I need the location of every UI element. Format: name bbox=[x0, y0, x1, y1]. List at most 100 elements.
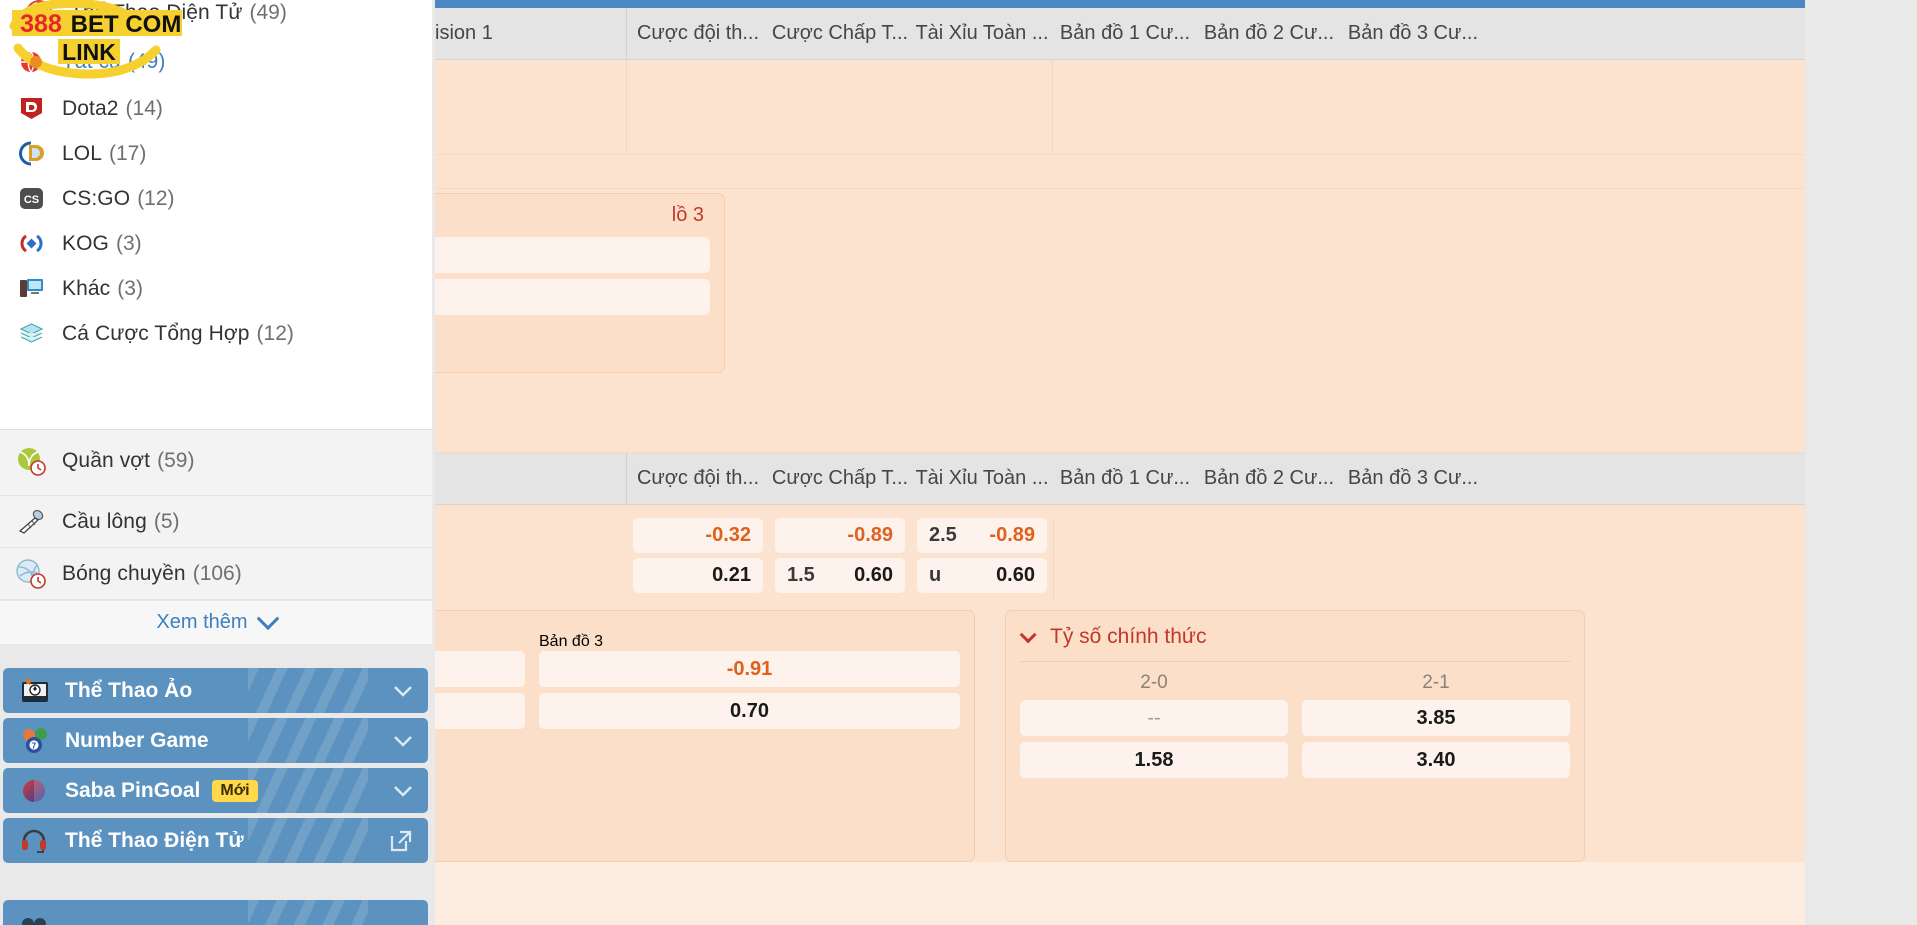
odds-row-empty-1[interactable] bbox=[435, 60, 1805, 155]
sidebar-item-tat-ca[interactable]: Tất cả (49) bbox=[0, 38, 432, 86]
cell-group-b bbox=[1053, 60, 1805, 154]
odds-row-values: -0.32 0.21 -0.89 1.5 0.60 2.5 -0.89 u 0.… bbox=[435, 505, 1805, 602]
column-header-3[interactable]: Bản đồ 1 Cư... bbox=[1053, 22, 1197, 45]
column-header-2[interactable]: Tài Xỉu Toàn ... bbox=[911, 22, 1053, 45]
map-detail-cell-2[interactable] bbox=[435, 279, 710, 315]
chevron-down-icon[interactable] bbox=[392, 684, 414, 698]
promo-partial-bottom[interactable] bbox=[3, 900, 428, 925]
column-header-4[interactable]: Bản đồ 2 Cư... bbox=[1197, 22, 1341, 45]
map3-cell-top[interactable]: -0.91 bbox=[539, 651, 960, 687]
show-more-button[interactable]: Xem thêm bbox=[0, 600, 432, 644]
score-cell-top[interactable]: 3.85 bbox=[1302, 700, 1570, 736]
score-label: 2-0 bbox=[1140, 672, 1168, 693]
main-content: ision 1 Cược đội th... Cược Chấp T... Tà… bbox=[435, 0, 1805, 925]
promo-label: Number Game bbox=[65, 728, 209, 752]
correct-score-header[interactable]: Tỷ số chính thức bbox=[1019, 621, 1570, 662]
odds-cells: -0.32 0.21 -0.89 1.5 0.60 2.5 -0.89 u 0.… bbox=[627, 518, 1053, 598]
sidebar-item-lol[interactable]: LOL (17) bbox=[0, 131, 432, 176]
sidebar: Thể Thao Điện Tử (49) Tất cả (49) Dota2 … bbox=[0, 0, 435, 925]
score-label: 2-1 bbox=[1422, 672, 1450, 693]
headset-icon bbox=[17, 825, 53, 857]
sidebar-item-cau-long[interactable]: Cầu lông (5) bbox=[0, 496, 432, 548]
odds-handicap: u bbox=[929, 564, 942, 586]
score-cell-bottom[interactable]: 1.58 bbox=[1020, 742, 1288, 778]
new-badge: Mới bbox=[212, 779, 258, 802]
correct-score-columns: 2-0 -- 1.58 2-1 3.85 3.40 bbox=[1020, 662, 1570, 784]
volleyball-icon bbox=[14, 557, 48, 591]
odds-row-empty-2[interactable] bbox=[435, 155, 1805, 189]
sidebar-item-khac[interactable]: Khác (3) bbox=[0, 266, 432, 311]
external-link-icon[interactable] bbox=[388, 828, 414, 854]
sidebar-item-count: (17) bbox=[109, 141, 147, 165]
column-header-b4[interactable]: Bản đồ 2 Cư... bbox=[1197, 467, 1341, 490]
odds-row-empty-3 bbox=[435, 399, 1805, 453]
chevron-down-icon[interactable] bbox=[1019, 626, 1037, 644]
promo-the-thao-ao[interactable]: Thể Thao Ảo bbox=[3, 668, 428, 713]
stripe-decoration bbox=[248, 818, 368, 863]
esports-group-icon bbox=[22, 0, 56, 30]
column-header-b0[interactable]: Cược đội th... bbox=[627, 467, 769, 490]
odds-table-header-top: ision 1 Cược đội th... Cược Chấp T... Tà… bbox=[435, 8, 1805, 60]
sidebar-item-bong-chuyen[interactable]: Bóng chuyền (106) bbox=[0, 548, 432, 600]
accent-top-bar bbox=[435, 0, 1805, 8]
sidebar-item-kog[interactable]: KOG (3) bbox=[0, 221, 432, 266]
pingoal-icon bbox=[17, 775, 53, 807]
virtual-sports-icon bbox=[17, 675, 53, 707]
sidebar-item-count: (5) bbox=[153, 510, 180, 533]
sidebar-item-ca-cuoc-tong-hop[interactable]: Cá Cược Tổng Hợp (12) bbox=[0, 311, 432, 356]
odds-cell-0-top[interactable]: -0.32 bbox=[633, 518, 763, 553]
cell-maps-empty bbox=[1053, 518, 1805, 602]
promo-label: Thể Thao Ảo bbox=[65, 678, 193, 702]
chevron-down-icon[interactable] bbox=[392, 784, 414, 798]
stripe-decoration bbox=[248, 668, 368, 713]
column-header-b1[interactable]: Cược Chấp T... bbox=[769, 467, 911, 490]
map3-cell-bottom[interactable]: 0.70 bbox=[539, 693, 960, 729]
map-detail-cell-1[interactable] bbox=[435, 237, 710, 273]
sidebar-item-label: Khác bbox=[62, 276, 111, 300]
odds-handicap: 2.5 bbox=[929, 524, 957, 546]
map3-column-label: Bản đồ 3 bbox=[539, 633, 604, 650]
promo-the-thao-dien-tu[interactable]: Thể Thao Điện Tử bbox=[3, 818, 428, 863]
odds-cell-1-top[interactable]: -0.89 bbox=[775, 518, 905, 553]
column-header-1[interactable]: Cược Chấp T... bbox=[769, 22, 911, 45]
map3-placeholder-cell-2[interactable] bbox=[435, 693, 525, 729]
sidebar-item-count: (12) bbox=[256, 321, 294, 345]
map3-card-value-col: Bản đồ 3 -0.91 0.70 bbox=[539, 633, 960, 735]
column-header-b5[interactable]: Bản đồ 3 Cư... bbox=[1341, 467, 1485, 490]
sidebar-item-count: (49) bbox=[127, 50, 166, 73]
promo-label: Thể Thao Điện Tử bbox=[65, 828, 244, 852]
odds-cell-0-bottom[interactable]: 0.21 bbox=[633, 558, 763, 593]
promo-number-game[interactable]: 7 Number Game bbox=[3, 718, 428, 763]
score-cell-top[interactable]: -- bbox=[1020, 700, 1288, 736]
sidebar-item-count: (106) bbox=[192, 562, 242, 585]
column-header-0[interactable]: Cược đội th... bbox=[627, 22, 769, 45]
column-header-b3[interactable]: Bản đồ 1 Cư... bbox=[1053, 467, 1197, 490]
sidebar-item-csgo[interactable]: CS CS:GO (12) bbox=[0, 176, 432, 221]
sidebar-group-header-esports[interactable]: Thể Thao Điện Tử (49) bbox=[0, 0, 432, 40]
promo-saba-pingoal[interactable]: Saba PinGoal Mới bbox=[3, 768, 428, 813]
chevron-down-icon bbox=[256, 606, 279, 630]
sidebar-item-count: (3) bbox=[115, 231, 142, 255]
map3-card-left-col: . bbox=[435, 633, 525, 735]
sidebar-item-label: LOL bbox=[62, 141, 102, 165]
odds-price: 0.60 bbox=[854, 564, 893, 586]
map3-placeholder-cell-1[interactable] bbox=[435, 651, 525, 687]
odds-price: -0.32 bbox=[705, 524, 751, 546]
odds-cell-2-bottom[interactable]: u 0.60 bbox=[917, 558, 1047, 593]
globe-icon bbox=[14, 45, 48, 79]
odds-cell-1-bottom[interactable]: 1.5 0.60 bbox=[775, 558, 905, 593]
map-detail-region: lồ 3 bbox=[435, 189, 1805, 399]
score-cell-bottom[interactable]: 3.40 bbox=[1302, 742, 1570, 778]
chevron-down-icon[interactable] bbox=[392, 734, 414, 748]
number-ball-icon: 7 bbox=[17, 725, 53, 757]
sidebar-item-dota2[interactable]: Dota2 (14) bbox=[0, 86, 432, 131]
correct-score-title: Tỷ số chính thức bbox=[1050, 625, 1207, 648]
odds-cell-2-top[interactable]: 2.5 -0.89 bbox=[917, 518, 1047, 553]
esports-items: Tất cả (49) Dota2 (14) LOL (17) CS CS:GO… bbox=[0, 38, 432, 430]
sidebar-item-quan-vot[interactable]: Quần vợt (59) bbox=[0, 430, 432, 491]
tennis-ball-icon bbox=[14, 444, 48, 478]
column-header-b2[interactable]: Tài Xỉu Toàn ... bbox=[911, 467, 1053, 490]
shuttlecock-icon bbox=[14, 505, 48, 539]
stripe-decoration bbox=[248, 718, 368, 763]
column-header-5[interactable]: Bản đồ 3 Cư... bbox=[1341, 22, 1485, 45]
